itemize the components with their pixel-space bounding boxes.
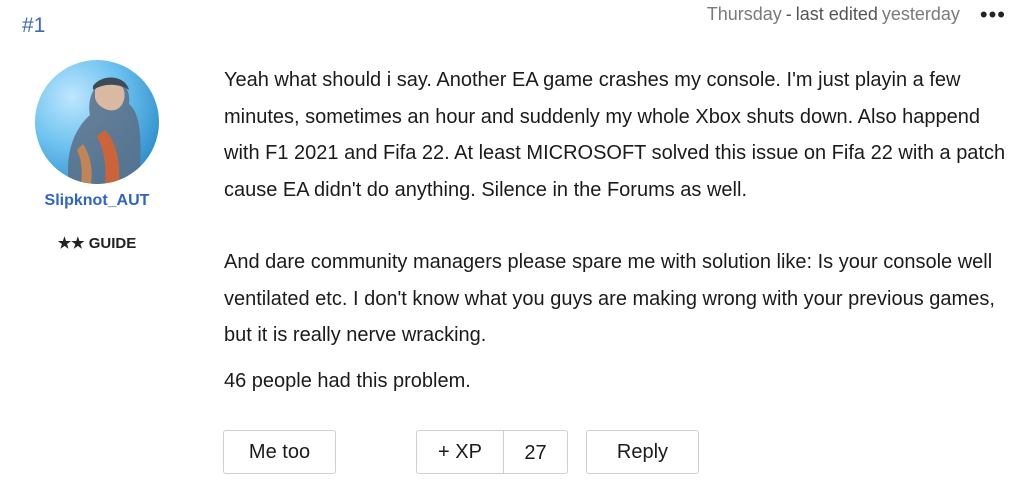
- post-paragraph: Yeah what should i say. Another EA game …: [224, 69, 1006, 201]
- xp-count: 27: [524, 442, 547, 464]
- edited-label: last edited: [795, 4, 878, 24]
- avatar-image: [67, 77, 141, 184]
- xp-button-group: + XP 27: [416, 430, 568, 474]
- post-number[interactable]: #1: [22, 14, 45, 38]
- problem-count: 46 people had this problem.: [224, 370, 471, 392]
- post-paragraph: And dare community managers please spare…: [224, 251, 995, 346]
- meta-separator: -: [785, 4, 792, 24]
- post-body: Yeah what should i say. Another EA game …: [224, 62, 1014, 354]
- avatar[interactable]: [35, 60, 159, 184]
- edited-when: yesterday: [881, 4, 960, 24]
- author-rank-badge: ★★ GUIDE: [57, 235, 137, 252]
- me-too-button[interactable]: Me too: [223, 430, 336, 474]
- add-xp-button[interactable]: + XP: [417, 431, 504, 473]
- post-date: Thursday: [706, 4, 782, 24]
- post-meta: Thursday - last edited yesterday •••: [706, 3, 1006, 25]
- reply-button[interactable]: Reply: [586, 430, 699, 474]
- author-card: Slipknot_AUT ★★ GUIDE: [30, 60, 164, 252]
- author-username[interactable]: Slipknot_AUT: [30, 192, 164, 210]
- more-options-icon[interactable]: •••: [980, 3, 1006, 25]
